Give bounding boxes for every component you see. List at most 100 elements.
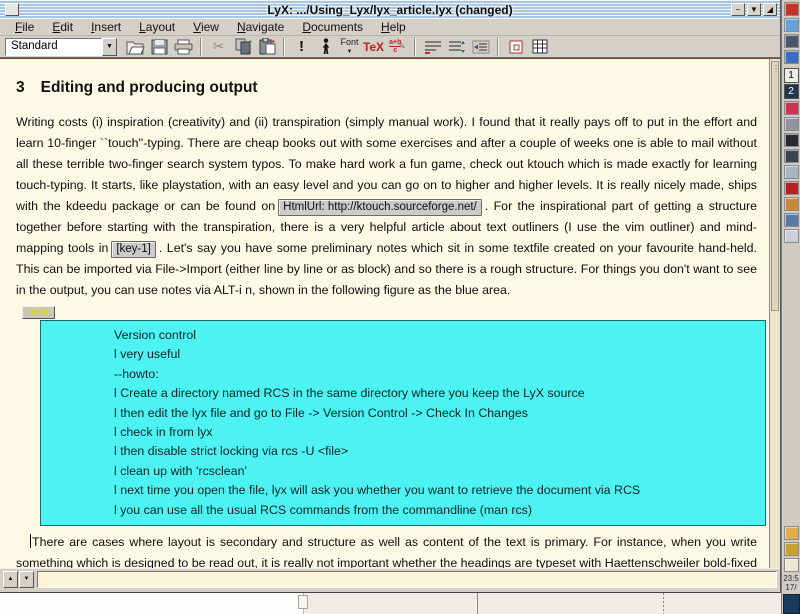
save-button[interactable] <box>148 37 171 57</box>
note-line: l you can use all the usual RCS commands… <box>114 501 759 520</box>
panel-icon-swirl-app[interactable] <box>784 50 799 64</box>
minibuffer-bar: ▲ ▼ <box>0 568 780 589</box>
panel-icon-x-app[interactable] <box>784 133 799 147</box>
panel-icon-terminal[interactable] <box>784 149 799 163</box>
panel-icon-clock-app[interactable] <box>784 558 799 572</box>
document-workarea[interactable]: 3Editing and producing output Writing co… <box>0 58 780 568</box>
note-line: --howto: <box>114 365 759 384</box>
panel-bottom-icon[interactable] <box>783 594 800 614</box>
panel-icon-shell[interactable] <box>784 542 799 556</box>
menu-documents[interactable]: Documents <box>293 20 372 35</box>
insert-table-button[interactable] <box>528 37 551 57</box>
depth-lines-icon <box>424 40 442 54</box>
note-line: l then edit the lyx file and go to File … <box>114 404 759 423</box>
text-cursor <box>30 534 31 548</box>
resize-button[interactable]: ◢ <box>763 3 777 16</box>
free-font-button[interactable]: Font ▼ <box>338 37 361 57</box>
noun-style-button[interactable] <box>314 37 337 57</box>
menu-navigate[interactable]: Navigate <box>228 20 293 35</box>
note-line: l next time you open the file, lyx will … <box>114 481 759 500</box>
htmlurl-inset[interactable]: HtmlUrl: http://ktouch.sourceforge.net/ <box>278 199 482 216</box>
pager-desktop-2[interactable]: 2 <box>784 84 799 99</box>
paragraph-style-combo[interactable]: Standard ▼ <box>5 38 117 56</box>
figure-icon <box>509 40 523 54</box>
panel-icon-red-app[interactable] <box>784 2 799 16</box>
menu-layout[interactable]: Layout <box>130 20 184 35</box>
toolbar-separator <box>497 38 499 56</box>
panel-icon-blue-app[interactable] <box>784 18 799 32</box>
emphasis-icon: ! <box>299 38 304 55</box>
insert-tex-button[interactable]: TeX <box>362 37 385 57</box>
lyx-window: LyX: .../Using_Lyx/lyx_article.lyx (chan… <box>0 0 781 593</box>
note-line: l very useful <box>114 345 759 364</box>
paragraph-text: There are cases where layout is secondar… <box>16 535 757 568</box>
clock-time: 23:5 <box>783 574 799 583</box>
depth-arrows-icon <box>448 40 466 54</box>
decrease-depth-button[interactable] <box>421 37 444 57</box>
insert-figure-button[interactable] <box>504 37 527 57</box>
increase-depth-button[interactable] <box>469 37 492 57</box>
font-icon: Font ▼ <box>340 38 358 56</box>
minibuffer-down-button[interactable]: ▼ <box>19 571 34 588</box>
scrollbar-thumb[interactable] <box>771 61 779 311</box>
note-inset-tag[interactable]: note <box>22 306 55 319</box>
paragraph-style-value[interactable]: Standard <box>5 38 102 56</box>
panel-util-icons <box>784 524 799 572</box>
menu-bar: File Edit Insert Layout View Navigate Do… <box>0 19 780 36</box>
emphasize-button[interactable]: ! <box>290 37 313 57</box>
print-button[interactable] <box>172 37 195 57</box>
citation-key-inset[interactable]: [key-1] <box>111 241 156 258</box>
desktop-background <box>0 593 781 614</box>
background-window-edge <box>663 593 664 614</box>
panel-icon-red-dot[interactable] <box>784 181 799 195</box>
minibuffer-up-button[interactable]: ▲ <box>3 571 18 588</box>
paragraph-1[interactable]: Writing costs (i) inspiration (creativit… <box>16 112 757 301</box>
panel-icon-gray-app[interactable] <box>784 117 799 131</box>
menu-insert[interactable]: Insert <box>82 20 130 35</box>
math-mode-button[interactable]: a+b c ✎ <box>386 37 409 57</box>
panel-icon-pen[interactable] <box>784 197 799 211</box>
toolbar-separator <box>414 38 416 56</box>
menu-view[interactable]: View <box>184 20 228 35</box>
background-window-fragment <box>303 593 781 614</box>
panel-icon-light-app[interactable] <box>784 229 799 243</box>
person-icon <box>320 38 332 55</box>
open-folder-icon <box>126 39 145 55</box>
paragraph-2[interactable]: There are cases where layout is secondar… <box>16 532 757 568</box>
document-canvas[interactable]: 3Editing and producing output Writing co… <box>0 59 769 568</box>
section-number: 3 <box>16 79 25 96</box>
panel-icon-heart[interactable] <box>784 101 799 115</box>
copy-button[interactable]: + <box>231 37 254 57</box>
table-grid-icon <box>532 39 548 54</box>
copy-icon: + <box>234 38 252 55</box>
background-scrollbar-fragment <box>298 595 308 609</box>
menu-help[interactable]: Help <box>372 20 415 35</box>
panel-icon-folder[interactable] <box>784 526 799 540</box>
pager-desktop-1[interactable]: 1 <box>784 68 799 83</box>
window-menu-button[interactable] <box>5 3 19 16</box>
tex-icon: TeX <box>363 40 384 54</box>
background-window-edge <box>477 593 478 614</box>
combo-dropdown-icon[interactable]: ▼ <box>102 38 117 56</box>
change-depth-button[interactable] <box>445 37 468 57</box>
panel-icon-dark-app[interactable] <box>784 34 799 48</box>
menu-file[interactable]: File <box>6 20 43 35</box>
note-line: l Create a directory named RCS in the sa… <box>114 384 759 403</box>
minimize-button[interactable]: − <box>731 3 745 16</box>
minibuffer-input[interactable] <box>37 571 777 588</box>
open-button[interactable] <box>124 37 147 57</box>
vertical-scrollbar[interactable] <box>769 59 780 568</box>
note-box[interactable]: Version control l very useful --howto: l… <box>40 320 766 526</box>
printer-icon <box>174 39 193 55</box>
paste-button[interactable]: + <box>255 37 278 57</box>
shade-button[interactable]: ▼ <box>747 3 761 16</box>
toolbar-separator <box>200 38 202 56</box>
panel-top-icons <box>784 0 799 64</box>
cut-button[interactable]: ✂ <box>207 37 230 57</box>
menu-edit[interactable]: Edit <box>43 20 82 35</box>
panel-icon-person[interactable] <box>784 213 799 227</box>
scissors-icon: ✂ <box>213 38 225 55</box>
desktop-screen: LyX: .../Using_Lyx/lyx_article.lyx (chan… <box>0 0 800 614</box>
title-bar[interactable]: LyX: .../Using_Lyx/lyx_article.lyx (chan… <box>0 0 780 19</box>
panel-icon-clipboard[interactable] <box>784 165 799 179</box>
